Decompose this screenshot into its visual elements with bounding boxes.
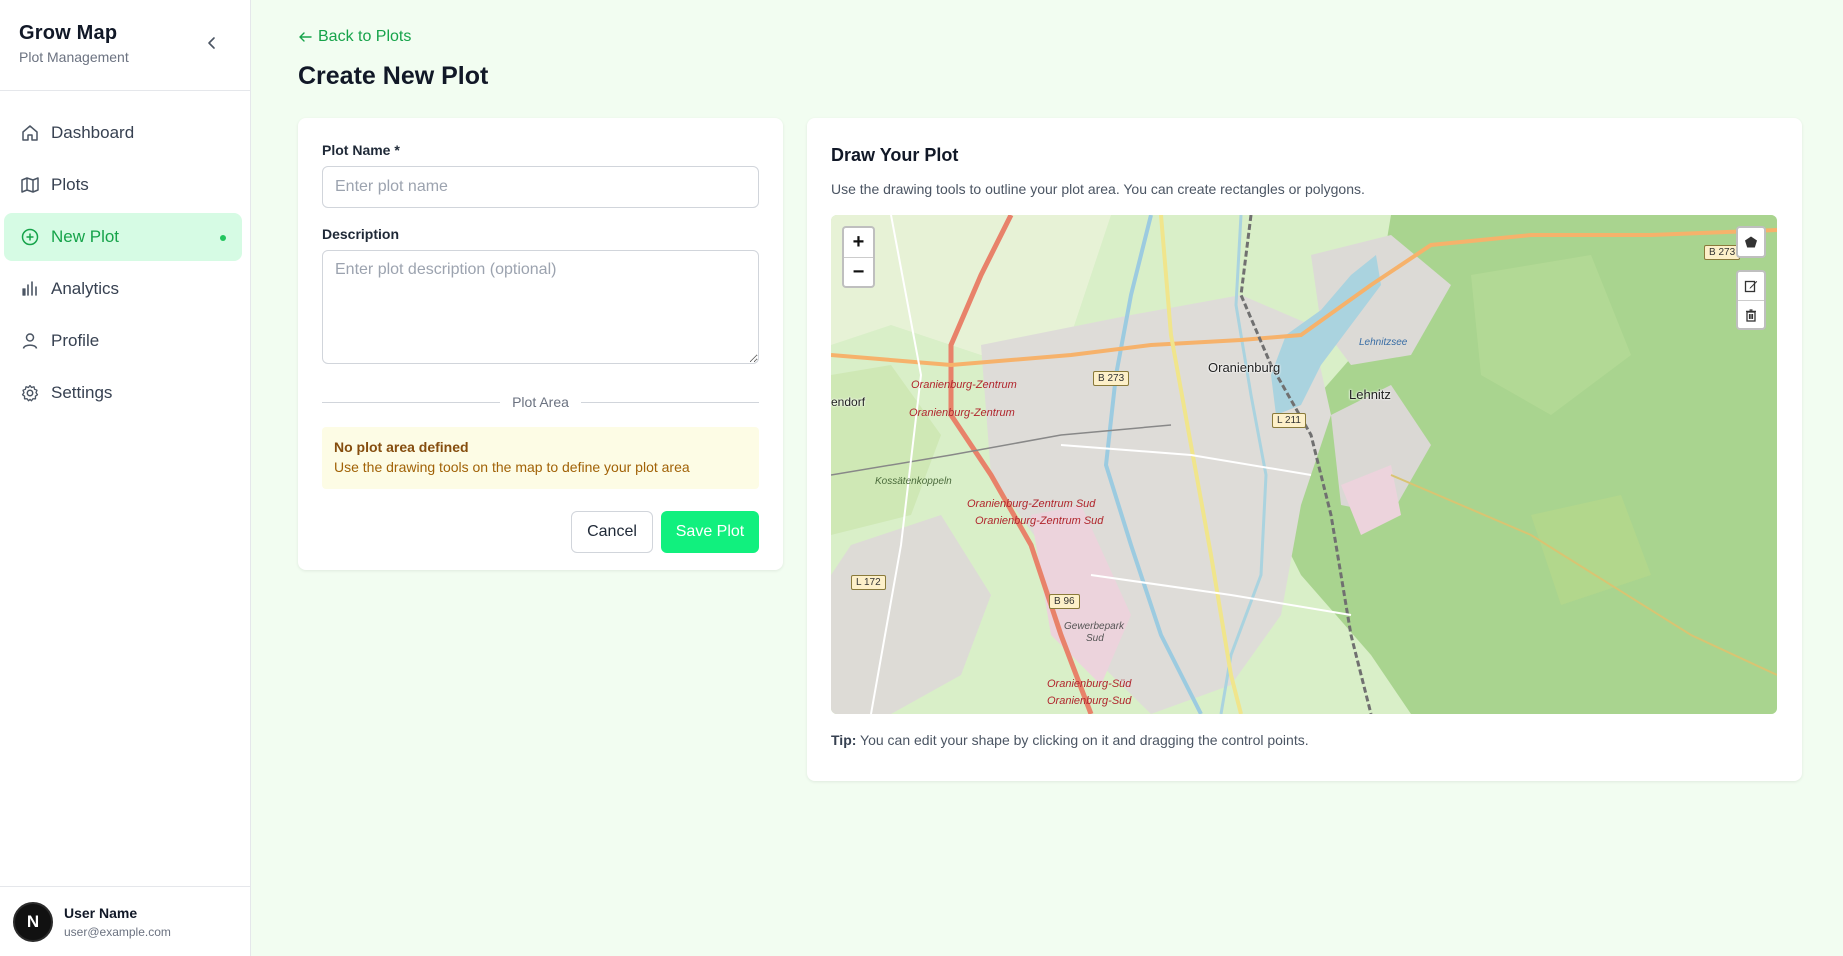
map-label-lehnitz: Lehnitz xyxy=(1349,387,1391,402)
plus-circle-icon xyxy=(20,227,40,247)
sidebar-item-profile[interactable]: Profile xyxy=(4,317,242,365)
description-label: Description xyxy=(322,226,400,242)
map-tip: Tip: You can edit your shape by clicking… xyxy=(831,732,1778,748)
map-icon xyxy=(20,175,40,195)
brand: Grow Map Plot Management xyxy=(0,0,250,91)
sidebar-nav: Dashboard Plots New Plot Analytics Profi… xyxy=(0,91,250,417)
divider-label: Plot Area xyxy=(512,394,569,410)
user-name: User Name xyxy=(64,904,138,921)
sidebar-item-plots[interactable]: Plots xyxy=(4,161,242,209)
map-label-station: Oranienburg-Zentrum Sud xyxy=(967,498,1096,510)
user-profile-box[interactable]: N User Name user@example.com xyxy=(0,886,250,956)
sidebar-item-settings[interactable]: Settings xyxy=(4,369,242,417)
no-plot-area-warning: No plot area defined Use the drawing too… xyxy=(322,427,759,489)
draw-polygon-button[interactable] xyxy=(1738,228,1764,256)
zoom-control: + − xyxy=(842,226,875,288)
road-shield: B 273 xyxy=(1093,371,1130,386)
edit-toolbar xyxy=(1736,270,1766,330)
delete-layers-button[interactable] xyxy=(1738,300,1764,328)
divider-line xyxy=(580,401,760,403)
edit-icon xyxy=(1744,280,1758,293)
arrow-left-icon xyxy=(299,32,312,42)
back-to-plots-link[interactable]: Back to Plots xyxy=(298,28,411,46)
sidebar-item-new-plot[interactable]: New Plot xyxy=(4,213,242,261)
description-textarea[interactable] xyxy=(322,250,759,364)
map-canvas[interactable]: Oranienburg Lehnitz Lehnitzsee endorf Or… xyxy=(831,215,1777,714)
avatar: N xyxy=(13,901,53,942)
plot-name-label: Plot Name * xyxy=(322,142,400,158)
polygon-icon xyxy=(1745,236,1757,248)
trash-icon xyxy=(1746,308,1756,322)
map-card: Draw Your Plot Use the drawing tools to … xyxy=(807,118,1802,781)
sidebar: Grow Map Plot Management Dashboard Plots… xyxy=(0,0,251,956)
save-plot-button[interactable]: Save Plot xyxy=(661,511,759,553)
divider-line xyxy=(322,401,501,403)
road-shield: L 211 xyxy=(1272,413,1306,428)
sidebar-item-label: Plots xyxy=(51,175,89,194)
sidebar-item-dashboard[interactable]: Dashboard xyxy=(4,109,242,157)
tip-text: You can edit your shape by clicking on i… xyxy=(856,732,1309,748)
page-title: Create New Plot xyxy=(298,62,489,90)
map-label-station: Oranienburg-Süd xyxy=(1047,678,1132,690)
map-label-gewerbepark-sud: Sud xyxy=(1086,633,1104,644)
map-label-kossaten: Kossätenkoppeln xyxy=(875,476,952,487)
user-icon xyxy=(20,331,40,351)
plot-form-card: Plot Name * Description Plot Area No plo… xyxy=(298,118,783,570)
home-icon xyxy=(20,123,40,143)
map-label-oranienburg: Oranienburg xyxy=(1208,360,1281,375)
sidebar-item-label: Settings xyxy=(51,383,113,402)
warning-title: No plot area defined xyxy=(334,439,469,455)
sidebar-item-label: Dashboard xyxy=(51,123,135,142)
map-label-gewerbepark: Gewerbepark xyxy=(1064,621,1125,632)
map-title: Draw Your Plot xyxy=(831,145,959,165)
map-label-endorf: endorf xyxy=(831,395,866,409)
map-description: Use the drawing tools to outline your pl… xyxy=(831,181,1365,197)
map-label-station: Oranienburg-Zentrum xyxy=(911,379,1017,391)
collapse-sidebar-button[interactable] xyxy=(202,33,222,53)
sidebar-item-label: New Plot xyxy=(51,227,120,246)
cancel-button[interactable]: Cancel xyxy=(571,511,653,553)
chevron-left-icon xyxy=(208,37,215,49)
map-label-station: Oranienburg-Zentrum Sud xyxy=(975,515,1104,527)
sidebar-item-analytics[interactable]: Analytics xyxy=(4,265,242,313)
road-shield: B 273 xyxy=(1704,245,1741,260)
user-email: user@example.com xyxy=(64,924,171,939)
road-shield: L 172 xyxy=(851,575,886,590)
back-link-label: Back to Plots xyxy=(318,28,412,45)
zoom-in-button[interactable]: + xyxy=(844,228,873,257)
map-label-lehnitzsee: Lehnitzsee xyxy=(1359,337,1408,348)
warning-text: Use the drawing tools on the map to defi… xyxy=(334,459,690,475)
map-label-station: Oranienburg-Sud xyxy=(1047,695,1132,707)
edit-layers-button[interactable] xyxy=(1738,272,1764,300)
zoom-out-button[interactable]: − xyxy=(844,257,873,286)
gear-icon xyxy=(20,383,40,403)
tip-label: Tip: xyxy=(831,732,857,748)
map-label-station: Oranienburg-Zentrum xyxy=(909,407,1015,419)
road-shield: B 96 xyxy=(1049,594,1080,609)
form-actions: Cancel Save Plot xyxy=(322,511,759,553)
plot-area-divider: Plot Area xyxy=(322,392,760,412)
sidebar-item-label: Profile xyxy=(51,331,100,350)
active-indicator-dot xyxy=(220,235,226,241)
draw-toolbar xyxy=(1736,226,1766,258)
sidebar-item-label: Analytics xyxy=(51,279,120,298)
plot-name-input[interactable] xyxy=(322,166,759,208)
bar-chart-icon xyxy=(20,279,40,299)
map-tiles xyxy=(831,215,1777,714)
